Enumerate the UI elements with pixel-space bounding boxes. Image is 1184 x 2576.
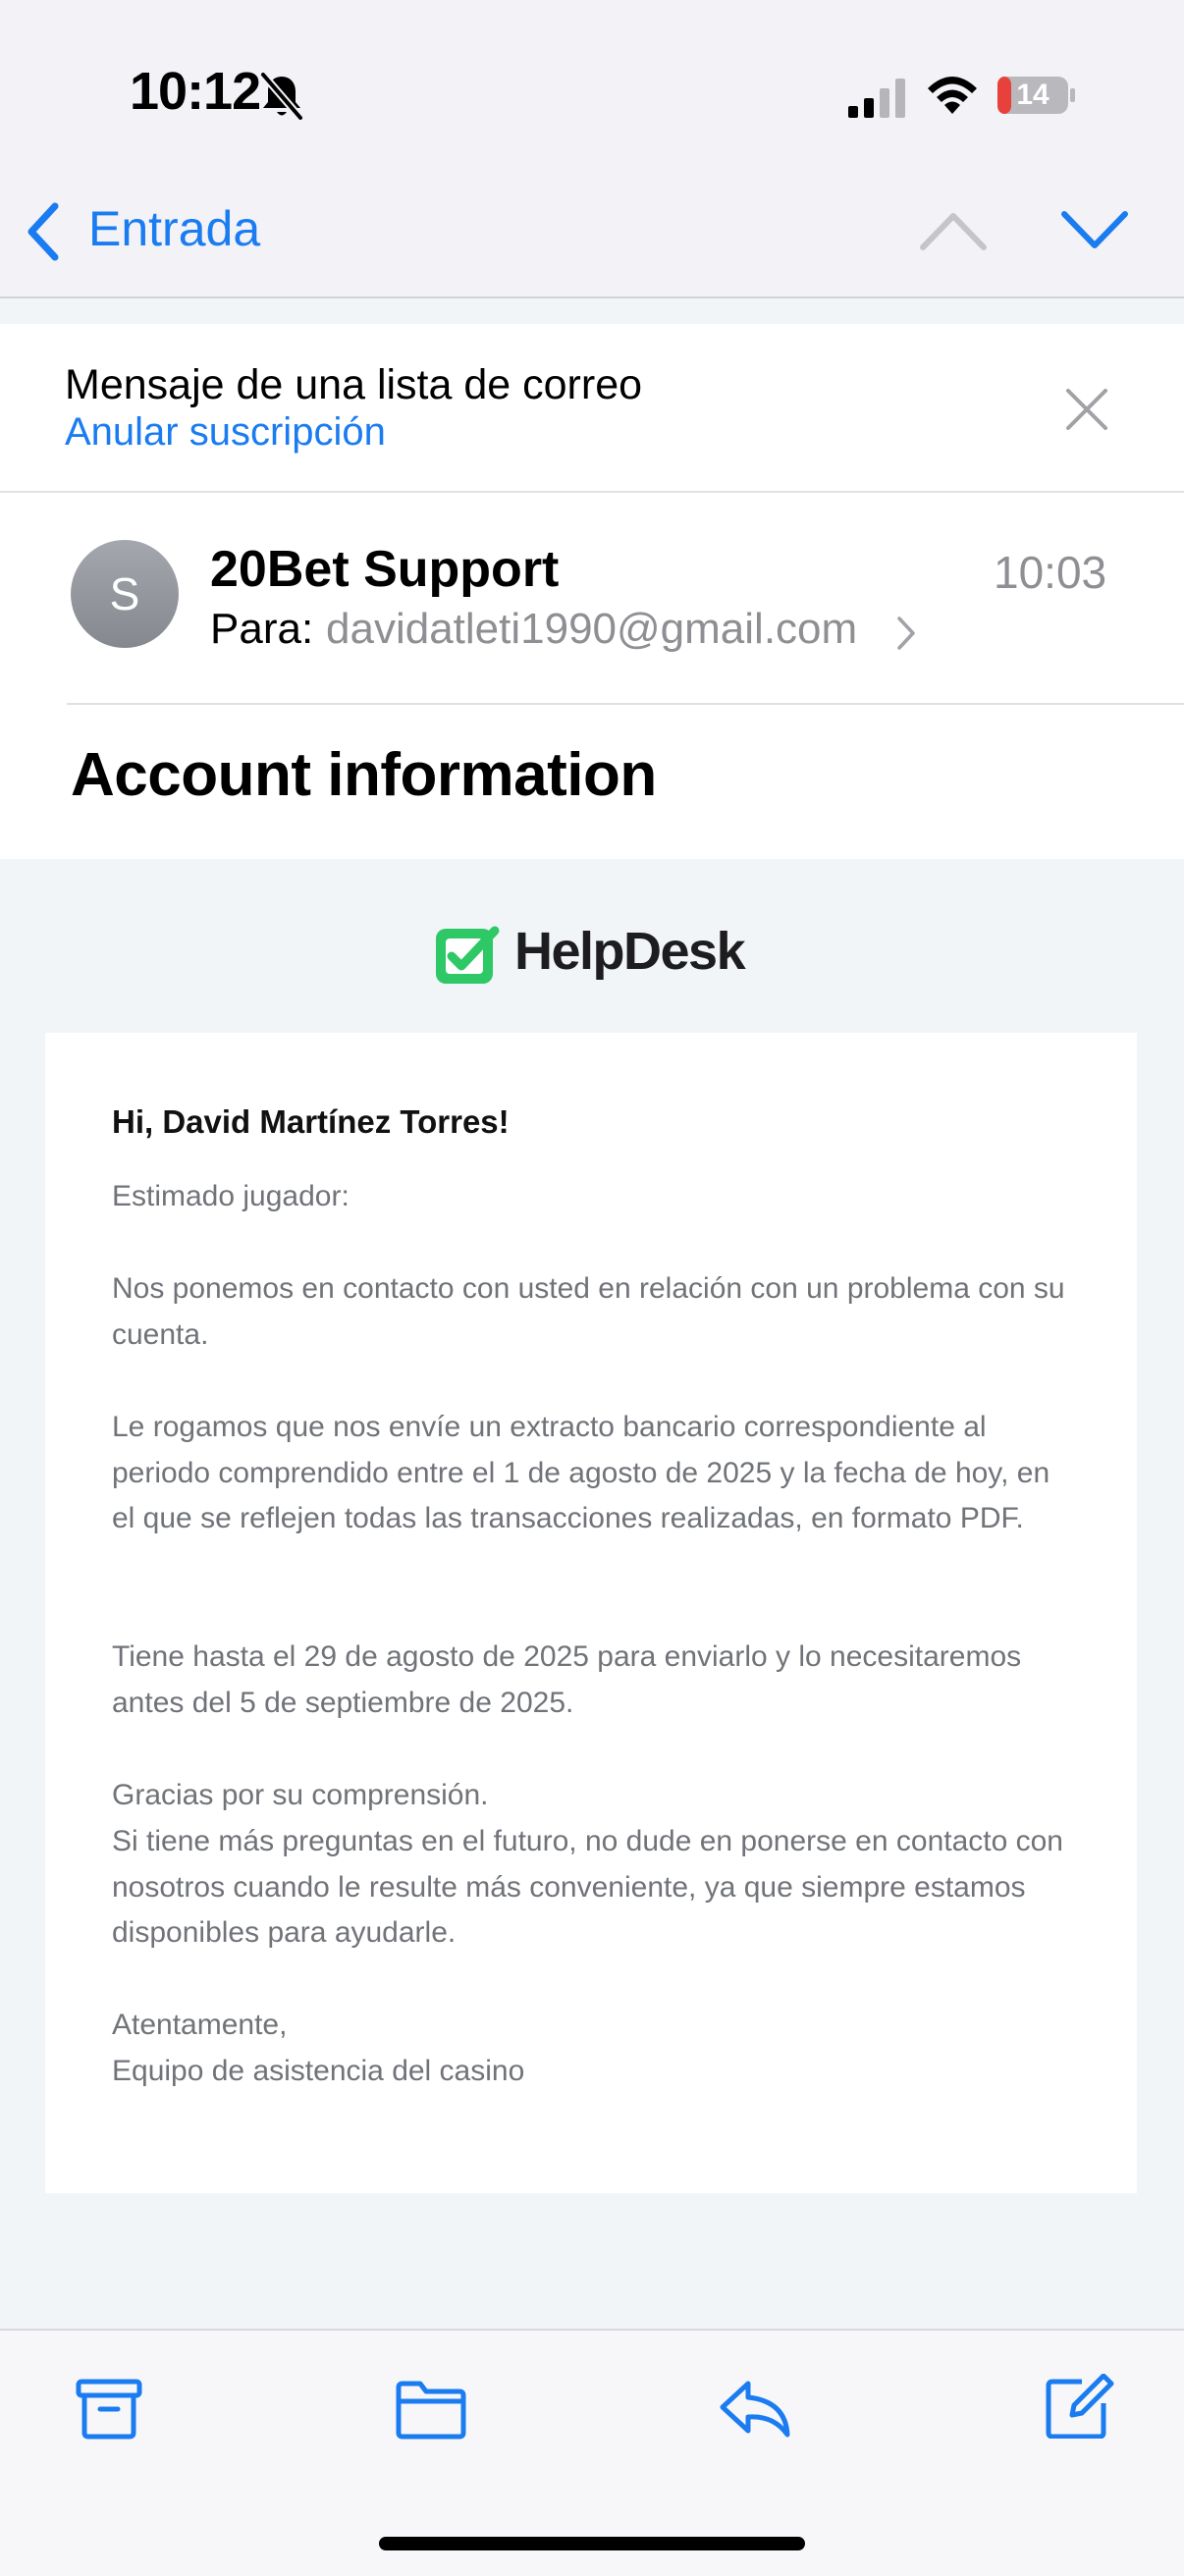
email-salutation: Estimado jugador: (112, 1180, 350, 1212)
bell-slash-icon (259, 72, 304, 121)
helpdesk-logo-icon (436, 926, 500, 984)
email-paragraph: Gracias por su comprensión. (112, 1779, 489, 1811)
divider (67, 703, 1184, 705)
email-closing: Atentamente, (112, 2009, 288, 2041)
home-indicator[interactable] (379, 2537, 805, 2550)
close-icon[interactable] (1064, 387, 1109, 432)
wifi-icon (928, 77, 977, 114)
folder-icon[interactable] (395, 2376, 467, 2441)
mailing-list-title: Mensaje de una lista de correo (65, 361, 643, 408)
status-time: 10:12 (130, 62, 261, 121)
divider (0, 491, 1184, 493)
chevron-right-icon[interactable] (895, 615, 917, 652)
helpdesk-logo-text: HelpDesk (514, 922, 746, 981)
compose-icon[interactable] (1043, 2374, 1115, 2439)
email-paragraph: Si tiene más preguntas en el futuro, no … (112, 1825, 1063, 1949)
email-signature: Equipo de asistencia del casino (112, 2055, 525, 2087)
recipient-label: Para: (210, 605, 314, 653)
unsubscribe-link[interactable]: Anular suscripción (65, 410, 386, 455)
signal-icon (848, 79, 905, 118)
chevron-left-icon[interactable] (24, 200, 63, 263)
recipient-address[interactable]: davidatleti1990@gmail.com (326, 605, 857, 654)
chevron-down-icon[interactable] (1060, 208, 1129, 253)
reply-icon[interactable] (719, 2376, 791, 2441)
avatar[interactable]: S (71, 540, 179, 648)
email-greeting: Hi, David Martínez Torres! (112, 1103, 510, 1140)
chevron-up-icon[interactable] (919, 208, 988, 253)
battery-level: 14 (1016, 79, 1049, 111)
avatar-initial: S (109, 568, 140, 619)
email-paragraph: Nos ponemos en contacto con usted en rel… (112, 1272, 1065, 1351)
archive-icon[interactable] (73, 2376, 145, 2441)
email-paragraph: Tiene hasta el 29 de agosto de 2025 para… (112, 1640, 1022, 1719)
message-subject: Account information (71, 741, 657, 809)
email-paragraph: Le rogamos que nos envíe un extracto ban… (112, 1411, 1050, 1534)
sender-name[interactable]: 20Bet Support (210, 540, 559, 599)
message-time: 10:03 (994, 547, 1107, 598)
back-button[interactable]: Entrada (88, 200, 260, 257)
